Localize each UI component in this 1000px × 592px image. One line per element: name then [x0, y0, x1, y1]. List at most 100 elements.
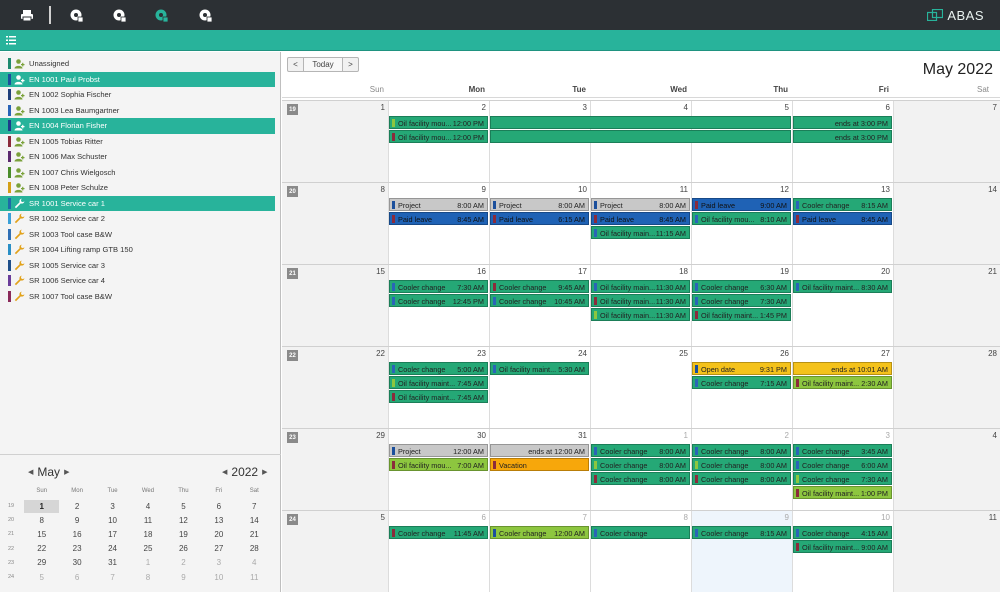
day-cell[interactable]: 4	[893, 429, 1000, 511]
mini-day[interactable]: 17	[95, 528, 130, 541]
mini-day[interactable]: 3	[95, 500, 130, 513]
mini-day[interactable]: 26	[166, 542, 201, 555]
calendar-event[interactable]: Vacation	[490, 458, 589, 471]
calendar-event[interactable]: ends at 12:00 AM	[490, 444, 589, 457]
mini-prev-year-icon[interactable]: ◀	[222, 468, 227, 476]
mini-day[interactable]: 23	[59, 542, 94, 555]
calendar-event[interactable]: Oil facility maint... 1:45 PM	[692, 308, 791, 321]
calendar-event[interactable]: Cooler change 8:00 AM	[692, 444, 791, 457]
mini-day[interactable]: 6	[59, 571, 94, 584]
calendar-event[interactable]: Cooler change 10:45 AM	[490, 294, 589, 307]
day-cell[interactable]: 20	[792, 265, 893, 347]
mini-day[interactable]: 7	[237, 500, 272, 513]
calendar-event[interactable]: Oil facility maint... 2:30 AM	[793, 376, 892, 389]
calendar-event[interactable]: Paid leave 8:45 AM	[389, 212, 488, 225]
calendar-event[interactable]: Cooler change 8:00 AM	[591, 444, 690, 457]
calendar-event[interactable]: Project 8:00 AM	[490, 198, 589, 211]
resource-item[interactable]: EN 1005 Tobias Ritter	[0, 134, 281, 150]
mini-day[interactable]: 2	[166, 556, 201, 569]
day-cell[interactable]: 6	[388, 511, 489, 592]
calendar-event[interactable]: Cooler change 12:45 PM	[389, 294, 488, 307]
mini-day[interactable]: 25	[130, 542, 165, 555]
calendar-event[interactable]: Cooler change 6:00 AM	[793, 458, 892, 471]
resource-item[interactable]: Unassigned	[0, 56, 281, 72]
calendar-event[interactable]: Cooler change 8:15 AM	[692, 526, 791, 539]
day-cell[interactable]: 25	[590, 347, 691, 429]
calendar-event[interactable]: Oil facility maint... 5:30 AM	[490, 362, 589, 375]
mini-day[interactable]: 30	[59, 556, 94, 569]
calendar-event[interactable]: Cooler change 7:15 AM	[692, 376, 791, 389]
calendar-event[interactable]: Cooler change 8:15 AM	[793, 198, 892, 211]
prev-month-button[interactable]: <	[288, 58, 303, 71]
calendar-event[interactable]: Cooler change 7:30 AM	[389, 280, 488, 293]
calendar-event[interactable]: Project 8:00 AM	[591, 198, 690, 211]
calendar-event[interactable]: Paid leave 8:45 AM	[793, 212, 892, 225]
calendar-event[interactable]: Oil facility maint... 7:45 AM	[389, 390, 488, 403]
resource-item[interactable]: EN 1007 Chris Wielgosch	[0, 165, 281, 181]
calendar-event[interactable]: Cooler change 7:30 AM	[692, 294, 791, 307]
day-cell[interactable]: 11	[893, 511, 1000, 592]
calendar-event[interactable]: Cooler change	[591, 526, 690, 539]
mini-day[interactable]: 9	[59, 514, 94, 527]
mini-day[interactable]: 8	[130, 571, 165, 584]
calendar-event[interactable]: ends at 3:00 PM	[793, 130, 892, 143]
resource-item[interactable]: EN 1004 Florian Fisher	[0, 118, 275, 134]
calendar-event[interactable]: Oil facility mou... 8:10 AM	[692, 212, 791, 225]
next-month-button[interactable]: >	[343, 58, 358, 71]
calendar-event[interactable]: Oil facility maint... 9:00 AM	[793, 540, 892, 553]
mini-day[interactable]: 19	[166, 528, 201, 541]
mini-day[interactable]: 29	[24, 556, 59, 569]
mini-day[interactable]: 6	[201, 500, 236, 513]
mini-day[interactable]: 4	[130, 500, 165, 513]
resource-item[interactable]: SR 1004 Lifting ramp GTB 150	[0, 242, 281, 258]
mini-day[interactable]: 24	[95, 542, 130, 555]
resource-item[interactable]: SR 1007 Tool case B&W	[0, 289, 281, 305]
mini-day[interactable]: 27	[201, 542, 236, 555]
mini-day[interactable]: 1	[130, 556, 165, 569]
mini-day[interactable]: 12	[166, 514, 201, 527]
mini-day[interactable]: 22	[24, 542, 59, 555]
mini-day[interactable]: 3	[201, 556, 236, 569]
calendar-event[interactable]: Project 8:00 AM	[389, 198, 488, 211]
resource-item[interactable]: SR 1001 Service car 1	[0, 195, 275, 211]
calendar-event[interactable]: Project 12:00 AM	[389, 444, 488, 457]
calendar-event[interactable]: Paid leave 6:15 AM	[490, 212, 589, 225]
resource-item[interactable]: EN 1001 Paul Probst	[0, 71, 275, 87]
calendar-event[interactable]: ends at 3:00 PM	[793, 116, 892, 129]
day-cell[interactable]: 14	[893, 183, 1000, 265]
printer-icon[interactable]	[19, 7, 35, 23]
day-cell[interactable]: 21	[893, 265, 1000, 347]
mini-day[interactable]: 4	[237, 556, 272, 569]
calendar-event[interactable]: Oil facility mou... 12:00 PM	[389, 130, 488, 143]
calendar-event[interactable]: Cooler change 3:45 AM	[793, 444, 892, 457]
calendar-event[interactable]: Cooler change 8:00 AM	[692, 472, 791, 485]
mini-day[interactable]: 9	[166, 571, 201, 584]
resource-item[interactable]: SR 1005 Service car 3	[0, 258, 281, 274]
calendar-event[interactable]: Cooler change 8:00 AM	[692, 458, 791, 471]
mini-day[interactable]: 16	[59, 528, 94, 541]
day-cell[interactable]: 8	[590, 511, 691, 592]
list-menu-icon[interactable]	[5, 34, 17, 46]
resource-item[interactable]: EN 1003 Lea Baumgartner	[0, 103, 281, 119]
mini-next-month-icon[interactable]: ▶	[64, 468, 69, 476]
resource-item[interactable]: EN 1002 Sophia Fischer	[0, 87, 281, 103]
today-button[interactable]: Today	[303, 58, 343, 71]
mini-day[interactable]: 13	[201, 514, 236, 527]
mini-day[interactable]: 21	[237, 528, 272, 541]
resource-item[interactable]: SR 1002 Service car 2	[0, 211, 281, 227]
mini-day[interactable]: 1	[24, 499, 60, 513]
day-cell[interactable]: 9	[691, 511, 792, 592]
calendar-event[interactable]: Paid leave 9:00 AM	[692, 198, 791, 211]
resource-item[interactable]: EN 1006 Max Schuster	[0, 149, 281, 165]
mini-day[interactable]: 11	[237, 571, 272, 584]
day-cell[interactable]: 24	[489, 347, 590, 429]
calendar-event[interactable]: Oil facility maint... 8:30 AM	[793, 280, 892, 293]
gear-view-icon[interactable]	[111, 7, 127, 23]
mini-day[interactable]: 15	[24, 528, 59, 541]
calendar-event[interactable]: Open date 9:31 PM	[692, 362, 791, 375]
resource-item[interactable]: SR 1006 Service car 4	[0, 273, 281, 289]
mini-prev-month-icon[interactable]: ◀	[28, 468, 33, 476]
resource-item[interactable]: SR 1003 Tool case B&W	[0, 227, 281, 243]
calendar-event[interactable]: Cooler change 11:45 AM	[389, 526, 488, 539]
mini-day[interactable]: 8	[24, 514, 59, 527]
